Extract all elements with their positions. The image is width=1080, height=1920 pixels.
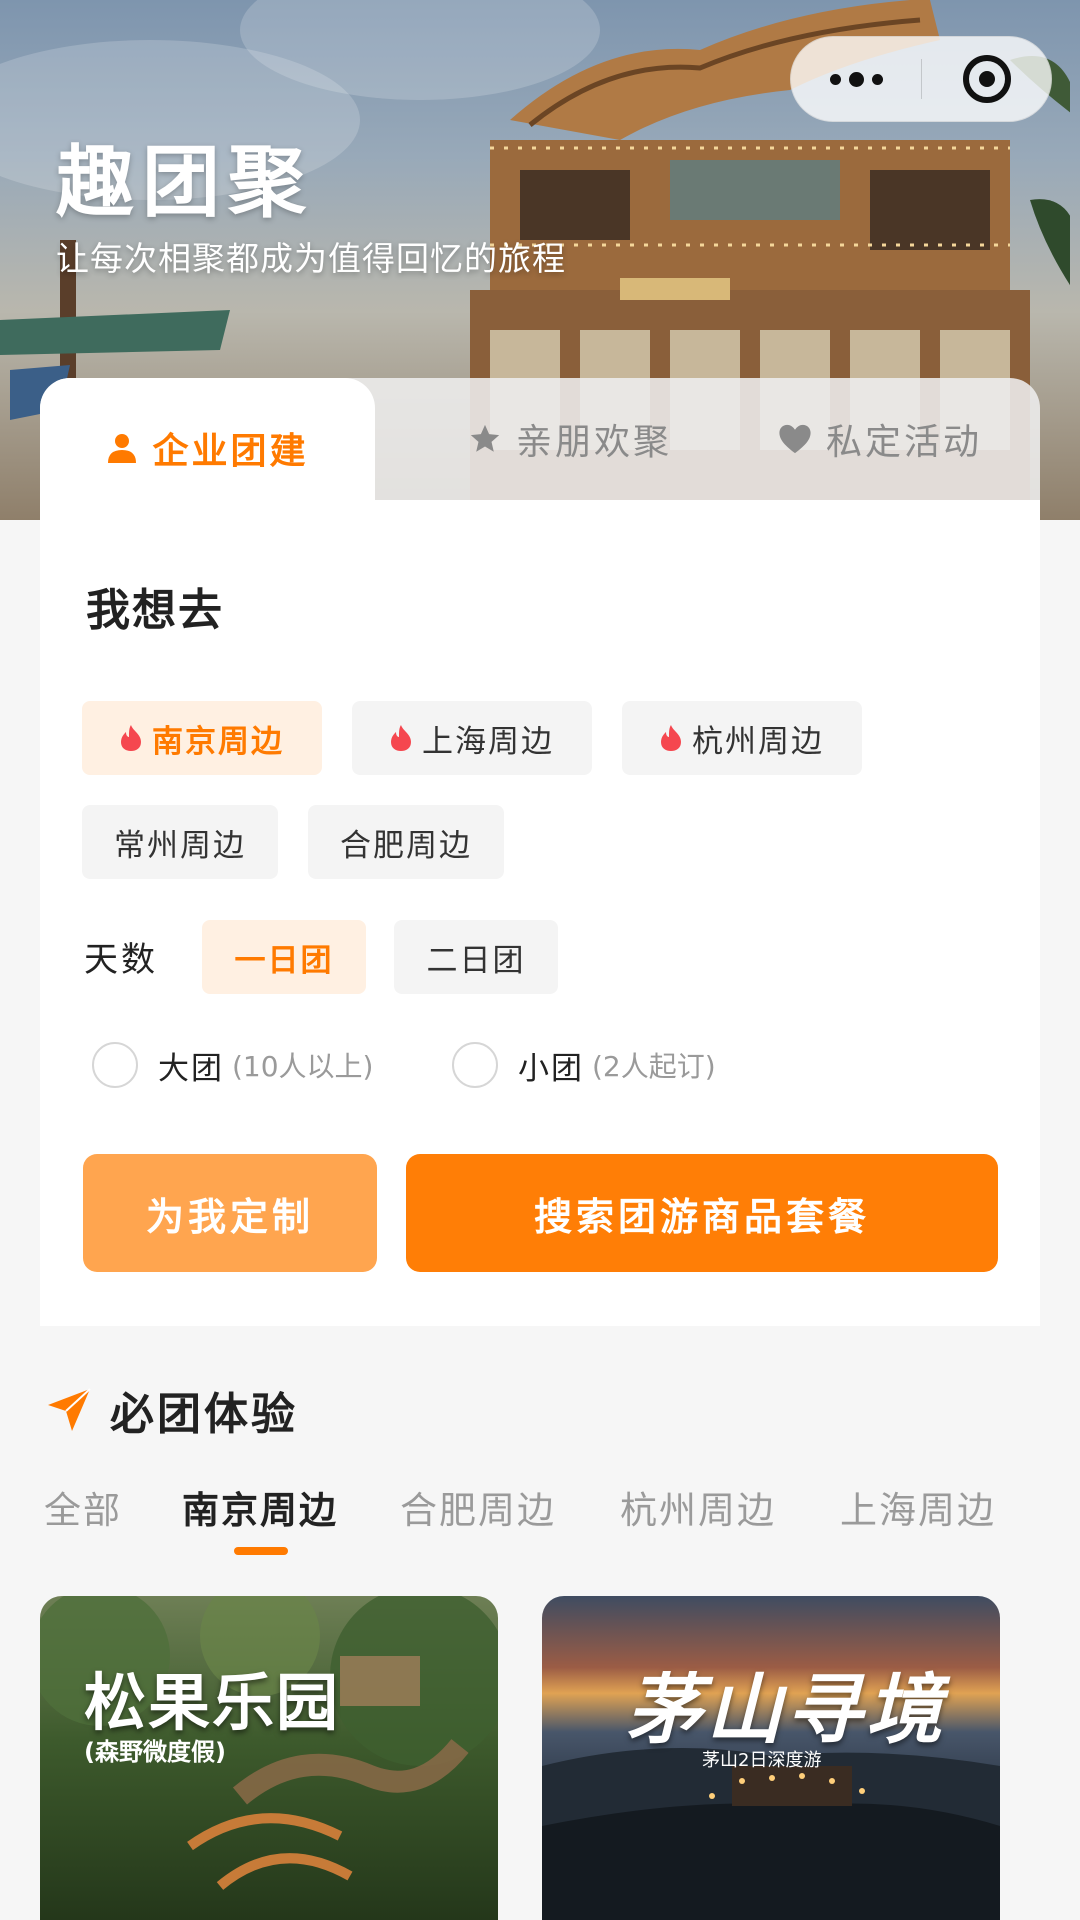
more-dots-icon[interactable] bbox=[791, 37, 921, 121]
fire-icon bbox=[121, 725, 141, 751]
city-tab-hangzhou[interactable]: 杭州周边 bbox=[620, 1480, 776, 1534]
radio-button[interactable] bbox=[92, 1042, 138, 1088]
city-tab-all[interactable]: 全部 bbox=[44, 1480, 122, 1534]
chip-label: 杭州周边 bbox=[692, 723, 824, 760]
chip-label: 常州周边 bbox=[114, 827, 246, 864]
product-card-maoshan[interactable]: 茅山寻境 茅山2日深度游 bbox=[542, 1596, 1000, 1920]
app-title: 趣团聚 bbox=[56, 137, 315, 228]
days-chip-one-day[interactable]: 一日团 bbox=[202, 920, 366, 994]
tab-private[interactable]: 私定活动 bbox=[730, 378, 1030, 500]
chip-label: 合肥周边 bbox=[340, 827, 472, 864]
tab-corporate[interactable]: 企业团建 bbox=[40, 378, 375, 518]
person-icon bbox=[108, 434, 137, 463]
fire-icon bbox=[391, 725, 411, 751]
days-chip-two-day[interactable]: 二日团 bbox=[394, 920, 558, 994]
days-label: 天数 bbox=[84, 940, 158, 980]
product-title: 茅山寻境 bbox=[626, 1665, 946, 1754]
product-card-songguo[interactable]: 松果乐园 (森野微度假) bbox=[40, 1596, 498, 1920]
tab-friends[interactable]: 亲朋欢聚 bbox=[420, 378, 720, 500]
radio-button[interactable] bbox=[452, 1042, 498, 1088]
app-slogan: 让每次相聚都成为值得回忆的旅程 bbox=[56, 239, 566, 278]
active-tab-indicator bbox=[234, 1547, 288, 1555]
radio-label: 大团 bbox=[158, 1050, 224, 1087]
destination-chip-nanjing[interactable]: 南京周边 bbox=[82, 701, 322, 775]
paper-plane-icon bbox=[48, 1388, 91, 1431]
destination-chip-shanghai[interactable]: 上海周边 bbox=[352, 701, 592, 775]
product-subtitle: (森野微度假) bbox=[84, 1738, 226, 1766]
radio-hint: (10人以上) bbox=[232, 1050, 374, 1083]
tab-label: 私定活动 bbox=[825, 422, 982, 463]
chip-label: 一日团 bbox=[234, 942, 334, 979]
fire-icon bbox=[661, 725, 681, 751]
category-tabs: 企业团建 亲朋欢聚 私定活动 bbox=[40, 378, 1040, 518]
destination-chip-hangzhou[interactable]: 杭州周边 bbox=[622, 701, 862, 775]
must-experience-title: 必团体验 bbox=[110, 1389, 298, 1440]
must-experience-header: 必团体验 bbox=[46, 1380, 298, 1440]
mini-program-capsule bbox=[790, 36, 1052, 122]
heart-icon bbox=[779, 424, 811, 454]
city-tab-nanjing[interactable]: 南京周边 bbox=[182, 1480, 338, 1534]
chip-label: 上海周边 bbox=[422, 723, 554, 760]
customize-button[interactable]: 为我定制 bbox=[83, 1154, 377, 1272]
trip-planner-card: 我想去 南京周边 上海周边 杭州周边 常州周边 合肥周边 天数 一日团 二日团 … bbox=[40, 500, 1040, 1326]
star-icon bbox=[470, 424, 500, 452]
search-packages-button[interactable]: 搜索团游商品套餐 bbox=[406, 1154, 998, 1272]
group-size-small[interactable]: 小团 (2人起订) bbox=[452, 1040, 716, 1090]
destination-chip-changzhou[interactable]: 常州周边 bbox=[82, 805, 278, 879]
radio-label: 小团 bbox=[518, 1050, 584, 1087]
target-circle-icon[interactable] bbox=[922, 37, 1051, 121]
city-filter-tabs: 全部 南京周边 合肥周边 杭州周边 上海周边 bbox=[0, 1480, 1080, 1560]
chip-label: 南京周边 bbox=[152, 723, 284, 760]
radio-hint: (2人起订) bbox=[592, 1050, 716, 1083]
destination-chip-hefei[interactable]: 合肥周边 bbox=[308, 805, 504, 879]
city-tab-hefei[interactable]: 合肥周边 bbox=[400, 1480, 556, 1534]
destination-heading: 我想去 bbox=[86, 585, 224, 636]
tab-label: 企业团建 bbox=[152, 431, 309, 472]
product-title: 松果乐园 bbox=[84, 1666, 341, 1739]
city-tab-shanghai[interactable]: 上海周边 bbox=[840, 1480, 996, 1534]
tab-label: 亲朋欢聚 bbox=[515, 422, 672, 463]
group-size-large[interactable]: 大团 (10人以上) bbox=[92, 1040, 373, 1090]
chip-label: 二日团 bbox=[426, 942, 526, 979]
product-subtitle: 茅山2日深度游 bbox=[702, 1750, 822, 1771]
